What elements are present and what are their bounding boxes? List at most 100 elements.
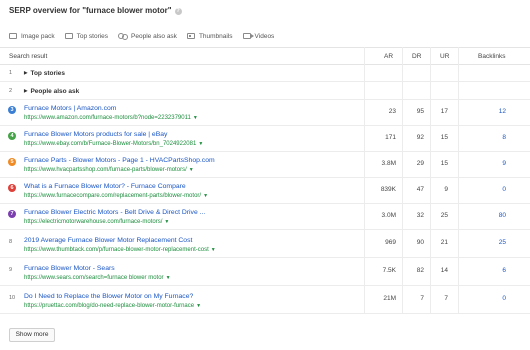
feature-label: People also ask xyxy=(131,32,177,40)
row-number: 8 xyxy=(9,239,13,245)
help-icon[interactable]: ? xyxy=(174,8,182,15)
page-title-text: SERP overview for "furnace blower motor" xyxy=(9,6,172,15)
metric-ar: 3.8M xyxy=(381,160,396,167)
feature-thumbnails: Thumbnails xyxy=(186,32,233,40)
metric-backlinks[interactable]: 0 xyxy=(502,186,506,193)
result-url[interactable]: https://www.ebay.com/b/Furnace-Blower-Mo… xyxy=(24,141,203,147)
column-header-ar[interactable]: AR xyxy=(384,53,393,60)
table-row: 5 Furnace Parts - Blower Motors - Page 1… xyxy=(0,152,530,178)
caret-down-icon[interactable]: ▼ xyxy=(189,167,194,173)
row-number: 2 xyxy=(9,88,13,94)
table-row[interactable]: 1 Top stories xyxy=(0,65,530,82)
feature-label: Videos xyxy=(254,32,275,40)
metric-dr: 95 xyxy=(416,108,424,115)
result-url[interactable]: https://www.amazon.com/furnace-motors/b?… xyxy=(24,115,198,121)
result-url-text[interactable]: https://www.ebay.com/b/Furnace-Blower-Mo… xyxy=(24,141,196,147)
metric-dr: 82 xyxy=(416,267,424,274)
feature-label: Top stories xyxy=(76,32,109,40)
result-url-text[interactable]: https://www.hvacpartsshop.com/furnace-pa… xyxy=(24,167,187,173)
table-row: 3 Furnace Motors | Amazon.com https://ww… xyxy=(0,100,530,126)
metric-ur: 15 xyxy=(440,160,448,167)
serp-features: Image pack Top stories People also ask T… xyxy=(9,31,284,41)
video-icon xyxy=(242,33,254,39)
row-number: 1 xyxy=(9,70,13,76)
column-header-dr[interactable]: DR xyxy=(412,53,421,60)
metric-ur: 15 xyxy=(440,134,448,141)
table-row: 9 Furnace Blower Motor - Sears https://w… xyxy=(0,258,530,286)
result-url[interactable]: https://pruettac.com/blog/do-need-replac… xyxy=(24,303,201,309)
metric-backlinks[interactable]: 25 xyxy=(499,239,506,246)
result-url-text[interactable]: https://www.amazon.com/furnace-motors/b?… xyxy=(24,115,191,121)
metric-ar: 23 xyxy=(388,108,396,115)
metric-ar: 969 xyxy=(385,239,396,246)
row-number: 10 xyxy=(9,295,16,301)
caret-down-icon[interactable]: ▼ xyxy=(203,193,208,199)
column-header-backlinks[interactable]: Backlinks xyxy=(478,53,505,60)
column-header-search-result[interactable]: Search result xyxy=(9,53,47,60)
caret-down-icon[interactable]: ▼ xyxy=(164,219,169,225)
caret-down-icon[interactable]: ▼ xyxy=(196,303,201,309)
table-row: 7 Furnace Blower Electric Motors - Belt … xyxy=(0,204,530,230)
result-title-link[interactable]: What is a Furnace Blower Motor? - Furnac… xyxy=(24,183,186,190)
metric-backlinks[interactable]: 9 xyxy=(502,160,506,167)
metric-dr: 47 xyxy=(416,186,424,193)
metric-ar: 21M xyxy=(383,295,396,302)
thumbnail-icon xyxy=(186,33,195,39)
result-url-text[interactable]: https://electricmotorwarehouse.com/furna… xyxy=(24,219,162,225)
feature-image-pack: Image pack xyxy=(9,33,55,40)
table-row[interactable]: 2 People also ask xyxy=(0,82,530,100)
row-feature-label[interactable]: Top stories xyxy=(24,70,65,77)
result-url[interactable]: https://www.hvacpartsshop.com/furnace-pa… xyxy=(24,167,194,173)
result-url-text[interactable]: https://www.sears.com/search=furnace blo… xyxy=(24,275,164,281)
result-url[interactable]: https://www.thumbtack.com/p/furnace-blow… xyxy=(24,247,216,253)
result-title-link[interactable]: 2019 Average Furnace Blower Motor Replac… xyxy=(24,237,192,244)
metric-backlinks[interactable]: 8 xyxy=(502,134,506,141)
image-icon xyxy=(9,33,17,39)
metric-dr: 7 xyxy=(420,295,424,302)
metric-backlinks[interactable]: 6 xyxy=(502,267,506,274)
result-url[interactable]: https://www.furnacecompare.com/replaceme… xyxy=(24,193,208,199)
result-url-text[interactable]: https://www.furnacecompare.com/replaceme… xyxy=(24,193,201,199)
table-row: 4 Furnace Blower Motors products for sal… xyxy=(0,126,530,152)
result-url[interactable]: https://electricmotorwarehouse.com/furna… xyxy=(24,219,169,225)
metric-ar: 7.5K xyxy=(382,267,396,274)
metric-dr: 92 xyxy=(416,134,424,141)
metric-ur: 9 xyxy=(444,186,448,193)
result-title-link[interactable]: Furnace Blower Electric Motors - Belt Dr… xyxy=(24,209,205,216)
feature-label: Thumbnails xyxy=(198,32,233,40)
result-url[interactable]: https://www.sears.com/search=furnace blo… xyxy=(24,275,171,281)
metric-dr: 90 xyxy=(416,239,424,246)
position-badge: 3 xyxy=(8,106,16,114)
caret-down-icon[interactable]: ▼ xyxy=(211,247,216,253)
result-url-text[interactable]: https://pruettac.com/blog/do-need-replac… xyxy=(24,303,194,309)
people-icon xyxy=(118,33,129,40)
metric-backlinks[interactable]: 12 xyxy=(499,108,506,115)
row-feature-label[interactable]: People also ask xyxy=(24,88,79,95)
result-title-link[interactable]: Furnace Motors | Amazon.com xyxy=(24,105,116,112)
show-more-button[interactable]: Show more xyxy=(9,328,55,342)
feature-videos: Videos xyxy=(242,32,275,40)
table-row: 10 Do I Need to Replace the Blower Motor… xyxy=(0,286,530,314)
page-title: SERP overview for "furnace blower motor"… xyxy=(9,6,182,15)
result-title-link[interactable]: Furnace Blower Motor - Sears xyxy=(24,265,115,272)
caret-down-icon[interactable]: ▼ xyxy=(198,141,203,147)
metric-ur: 25 xyxy=(440,212,448,219)
result-title-link[interactable]: Furnace Blower Motors products for sale … xyxy=(24,131,167,138)
caret-down-icon[interactable]: ▼ xyxy=(193,115,198,121)
position-badge: 7 xyxy=(8,210,16,218)
table-header: Search result AR DR UR Backlinks xyxy=(0,47,530,65)
column-header-ur[interactable]: UR xyxy=(440,53,449,60)
feature-top-stories: Top stories xyxy=(64,32,109,40)
feature-people-also-ask: People also ask xyxy=(118,33,177,40)
news-icon xyxy=(64,33,73,39)
result-title-link[interactable]: Do I Need to Replace the Blower Motor on… xyxy=(24,293,193,300)
feature-label: Image pack xyxy=(21,32,55,40)
metric-ar: 3.0M xyxy=(381,212,396,219)
table-row: 6 What is a Furnace Blower Motor? - Furn… xyxy=(0,178,530,204)
caret-down-icon[interactable]: ▼ xyxy=(166,275,171,281)
metric-backlinks[interactable]: 0 xyxy=(502,295,506,302)
row-number: 9 xyxy=(9,267,13,273)
result-title-link[interactable]: Furnace Parts - Blower Motors - Page 1 -… xyxy=(24,157,215,164)
result-url-text[interactable]: https://www.thumbtack.com/p/furnace-blow… xyxy=(24,247,209,253)
metric-backlinks[interactable]: 80 xyxy=(499,212,506,219)
